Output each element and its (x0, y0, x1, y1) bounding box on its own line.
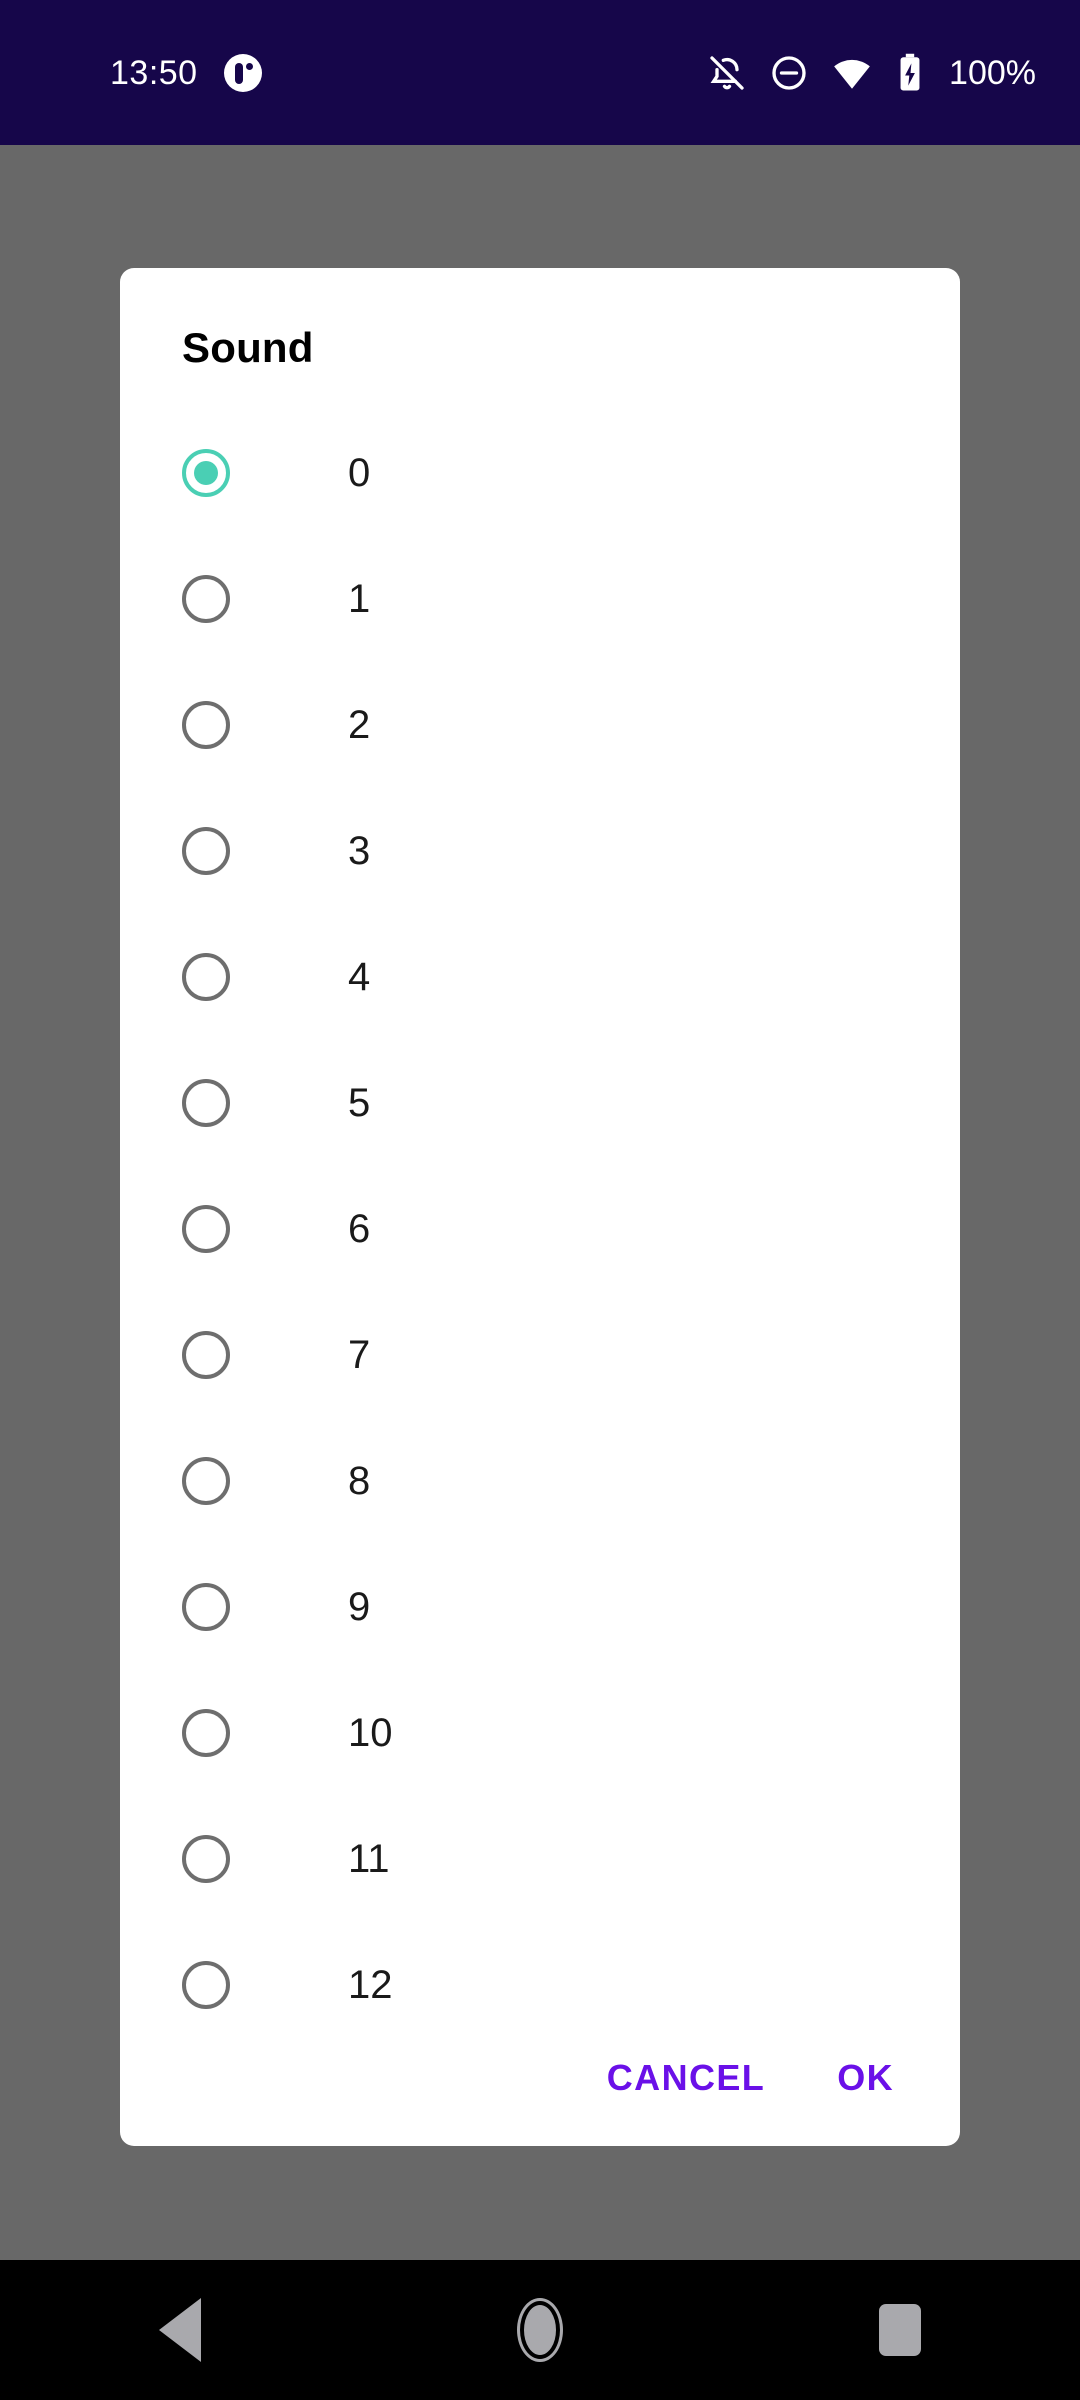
status-bar-left: 13:50 (110, 53, 262, 92)
option-row-7[interactable]: 7 (120, 1292, 960, 1418)
battery-charging-icon (895, 52, 925, 94)
radio-icon[interactable] (182, 575, 230, 623)
do-not-disturb-icon (769, 53, 809, 93)
option-row-8[interactable]: 8 (120, 1418, 960, 1544)
status-bar-clock: 13:50 (110, 53, 198, 92)
option-label: 12 (348, 1963, 393, 2007)
option-row-0[interactable]: 0 (120, 410, 960, 536)
app-notification-icon (223, 53, 262, 92)
radio-icon[interactable] (182, 827, 230, 875)
dialog-action-bar: CANCEL OK (120, 2010, 960, 2146)
radio-icon[interactable] (182, 701, 230, 749)
option-row-12[interactable]: 12 (120, 1922, 960, 2010)
option-row-2[interactable]: 2 (120, 662, 960, 788)
radio-icon[interactable] (182, 1583, 230, 1631)
option-label: 7 (348, 1333, 371, 1377)
option-row-9[interactable]: 9 (120, 1544, 960, 1670)
option-row-5[interactable]: 5 (120, 1040, 960, 1166)
radio-icon[interactable] (182, 1079, 230, 1127)
recents-square-icon (879, 2304, 921, 2356)
sound-option-list[interactable]: 0 1 2 3 4 5 6 7 8 9 10 11 12 (120, 410, 960, 2010)
option-label: 10 (348, 1711, 393, 1755)
option-row-4[interactable]: 4 (120, 914, 960, 1040)
back-triangle-icon (159, 2298, 201, 2362)
option-row-1[interactable]: 1 (120, 536, 960, 662)
radio-icon[interactable] (182, 953, 230, 1001)
option-label: 4 (348, 955, 371, 999)
radio-icon-selected[interactable] (182, 449, 230, 497)
option-row-10[interactable]: 10 (120, 1670, 960, 1796)
bell-off-icon (707, 53, 747, 93)
option-label: 2 (348, 703, 371, 747)
phone-screen: 13:50 100% Sound 0 1 2 3 4 5 6 7 8 9 10 … (0, 0, 1080, 2400)
option-row-6[interactable]: 6 (120, 1166, 960, 1292)
recents-button[interactable] (840, 2270, 960, 2390)
option-label: 8 (348, 1459, 371, 1503)
option-label: 5 (348, 1081, 371, 1125)
option-label: 11 (348, 1837, 390, 1881)
home-circle-icon (520, 2301, 560, 2359)
radio-icon[interactable] (182, 1205, 230, 1253)
radio-icon[interactable] (182, 1331, 230, 1379)
sound-dialog: Sound 0 1 2 3 4 5 6 7 8 9 10 11 12 CANCE… (120, 268, 960, 2146)
navigation-bar (0, 2260, 1080, 2400)
option-label: 9 (348, 1585, 371, 1629)
option-label: 6 (348, 1207, 371, 1251)
option-label: 1 (348, 577, 371, 621)
status-bar: 13:50 100% (0, 0, 1080, 145)
ok-button[interactable]: OK (833, 2047, 898, 2109)
radio-icon[interactable] (182, 1457, 230, 1505)
radio-icon[interactable] (182, 1961, 230, 2009)
radio-icon[interactable] (182, 1835, 230, 1883)
dialog-title: Sound (182, 324, 314, 371)
back-button[interactable] (120, 2270, 240, 2390)
option-label: 0 (348, 451, 371, 495)
home-button[interactable] (480, 2270, 600, 2390)
option-label: 3 (348, 829, 371, 873)
wifi-icon (831, 52, 873, 94)
status-bar-right: 100% (707, 52, 1036, 94)
option-row-11[interactable]: 11 (120, 1796, 960, 1922)
option-row-3[interactable]: 3 (120, 788, 960, 914)
battery-percentage: 100% (949, 53, 1036, 92)
cancel-button[interactable]: CANCEL (603, 2047, 769, 2109)
radio-icon[interactable] (182, 1709, 230, 1757)
